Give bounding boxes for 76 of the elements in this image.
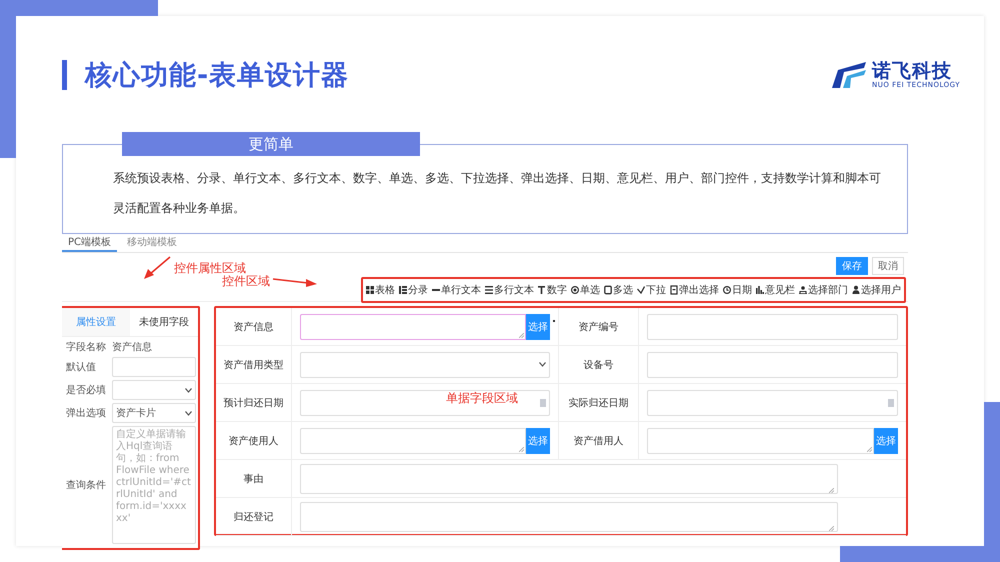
- person-icon: [852, 285, 860, 295]
- resize-handle-icon: [519, 446, 524, 452]
- textarea-field[interactable]: [300, 502, 838, 532]
- field-label: 预计归还日期: [216, 384, 292, 421]
- resize-handle-icon: [867, 446, 872, 452]
- template-tab[interactable]: 移动端模板: [121, 234, 184, 252]
- control-tool[interactable]: 多选: [604, 283, 633, 297]
- field-label: 归还登记: [216, 498, 292, 535]
- annotation-label: 单据字段区域: [446, 390, 518, 407]
- list-icon: [399, 285, 407, 295]
- field-label: 实际归还日期: [559, 384, 639, 421]
- intro-text: 系统预设表格、分录、单行文本、多行文本、数字、单选、多选、下拉选择、弹出选择、日期、意见栏、用户、部门控件，支持数学计算和脚本可灵活配置各种业务单据。: [113, 170, 882, 217]
- logo-icon: [830, 60, 868, 90]
- input-field[interactable]: [647, 352, 898, 378]
- annotation-label: 控件区域: [222, 274, 270, 290]
- annotation-label: 控件属性区域: [174, 260, 246, 275]
- grid-icon: [366, 285, 374, 295]
- control-tool[interactable]: 分录: [399, 283, 428, 297]
- chevron-down-icon: [539, 362, 546, 367]
- control-tool[interactable]: 单选: [571, 283, 600, 297]
- title-accent-bar: [62, 60, 67, 90]
- control-tool[interactable]: 意见栏: [756, 283, 795, 297]
- lines-icon: [485, 285, 493, 295]
- calendar-icon: [888, 398, 894, 406]
- cancel-button[interactable]: 取消: [872, 257, 904, 275]
- date-field[interactable]: [647, 390, 898, 416]
- field-label: 查询条件: [66, 478, 107, 492]
- input-field[interactable]: [112, 357, 196, 377]
- logo-name: 诺飞科技: [872, 61, 952, 81]
- bar-chart-icon: [756, 285, 764, 295]
- calendar-icon: [540, 398, 546, 406]
- resize-handle-icon: [519, 332, 524, 338]
- control-tool[interactable]: 多行文本: [485, 283, 534, 297]
- person-icon: [799, 285, 807, 295]
- input-field[interactable]: [647, 314, 898, 340]
- resize-handle-icon: [829, 488, 834, 492]
- control-tool[interactable]: 弹出选择: [670, 283, 719, 297]
- field-label: 是否必填: [66, 384, 107, 397]
- popup-icon: [670, 285, 678, 295]
- field-label: 字段名称: [66, 340, 107, 354]
- text-icon: [538, 285, 546, 295]
- slide-title: 核心功能-表单设计器: [85, 59, 350, 93]
- field-label: 资产借用类型: [216, 346, 292, 383]
- checkbox-icon: [604, 285, 612, 295]
- textarea-field[interactable]: [300, 464, 838, 494]
- control-tool[interactable]: 单行文本: [432, 283, 481, 297]
- control-tool[interactable]: 选择用户: [852, 283, 901, 297]
- annotation-arrow: [272, 276, 318, 288]
- field-label: 默认值: [66, 361, 97, 374]
- clock-icon: [723, 285, 731, 295]
- radio-icon: [571, 285, 579, 295]
- control-tool[interactable]: 选择部门: [799, 283, 848, 297]
- field-label: 资产信息: [216, 308, 292, 345]
- control-tool[interactable]: 日期: [723, 283, 752, 297]
- template-tab[interactable]: PC端模板: [62, 234, 118, 252]
- check-icon: [637, 285, 645, 295]
- field-value: 资产信息: [112, 340, 152, 354]
- field-label: 资产借用人: [559, 422, 639, 459]
- select-field[interactable]: 资产卡片: [112, 403, 196, 423]
- section-heading: 更简单: [122, 132, 420, 156]
- field-label: 资产编号: [559, 308, 639, 345]
- control-tool[interactable]: 数字: [538, 283, 567, 297]
- field-label: 资产使用人: [216, 422, 292, 459]
- field-label: 设备号: [559, 346, 639, 383]
- chevron-down-icon: [185, 410, 192, 416]
- input-field[interactable]: 自定义单据请输入Hql查询语句，如：from FlowFile where ctrlUnitId='#ctrlUnitId' and form.id='xxxxxx': [112, 426, 196, 544]
- chevron-down-icon: [185, 388, 192, 392]
- date-field[interactable]: [300, 390, 550, 416]
- annotation-arrow: [142, 255, 172, 281]
- control-tool[interactable]: 表格: [366, 283, 395, 297]
- resize-handle-icon: [829, 526, 834, 530]
- field-label: 事由: [216, 460, 292, 497]
- select-field[interactable]: [300, 352, 550, 378]
- select-field[interactable]: [112, 380, 196, 400]
- field-label: 弹出选项: [66, 406, 107, 420]
- control-tool[interactable]: 下拉: [637, 283, 666, 297]
